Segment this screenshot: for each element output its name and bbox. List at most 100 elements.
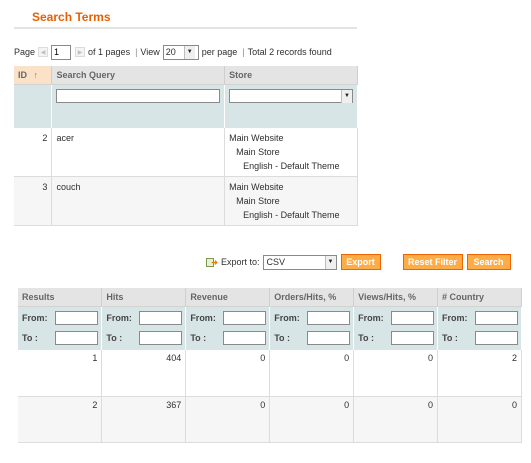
views-hits-from-input[interactable] bbox=[391, 310, 435, 325]
cell-revenue: 0 bbox=[185, 396, 271, 443]
results-to-input[interactable] bbox=[55, 330, 99, 345]
to-label: To : bbox=[442, 332, 458, 343]
to-label: To : bbox=[190, 332, 207, 343]
country-to-input[interactable] bbox=[475, 330, 518, 345]
page-number-input[interactable] bbox=[51, 44, 72, 60]
cell-country: 2 bbox=[437, 350, 522, 397]
from-label: From: bbox=[22, 312, 48, 323]
cell-hits: 367 bbox=[101, 396, 187, 443]
store-view: English - Default Theme bbox=[243, 161, 340, 171]
grid-header-row: Results Hits Revenue Orders/Hits, % View… bbox=[18, 288, 522, 307]
pager: Page ◀ ▶ of 1 pages | View 20 ▼ per page… bbox=[14, 44, 335, 60]
column-header-orders-hits[interactable]: Orders/Hits, % bbox=[269, 288, 355, 307]
search-terms-grid: ID ↑ Search Query Store ▼ 2 acer Main We… bbox=[14, 66, 358, 226]
reset-filter-button[interactable]: Reset Filter bbox=[402, 254, 463, 270]
cell-views-hits: 0 bbox=[353, 350, 439, 397]
row-id: 3 bbox=[14, 176, 53, 226]
cell-revenue: 0 bbox=[185, 350, 271, 397]
chevron-down-icon: ▼ bbox=[324, 255, 336, 269]
arrow-right-icon[interactable]: ▶ bbox=[75, 47, 86, 57]
export-button[interactable]: Export bbox=[340, 254, 381, 270]
per-page-label: per page bbox=[201, 47, 238, 57]
filter-cell-id bbox=[14, 84, 53, 128]
views-hits-to-input[interactable] bbox=[391, 330, 435, 345]
table-row[interactable]: 2 acer Main Website Main Store English -… bbox=[14, 128, 358, 177]
filter-cell-store: ▼ bbox=[224, 84, 358, 128]
total-records-text: Total 2 records found bbox=[247, 47, 332, 57]
results-from-input[interactable] bbox=[55, 310, 99, 325]
range-filter-orders-hits: From: To : bbox=[269, 306, 355, 350]
table-row[interactable]: 2 367 0 0 0 0 bbox=[18, 396, 522, 443]
view-label: View bbox=[140, 47, 160, 57]
range-filter-results: From: To : bbox=[18, 306, 103, 350]
row-store: Main Website Main Store English - Defaul… bbox=[224, 176, 358, 226]
cell-hits: 404 bbox=[101, 350, 187, 397]
to-label: To : bbox=[106, 332, 123, 343]
grid-actions: ➜ Export to: CSV ▼ Export Reset Filter S… bbox=[206, 254, 511, 270]
cell-results: 1 bbox=[18, 350, 103, 397]
sort-up-arrow-icon: ↑ bbox=[33, 69, 39, 80]
column-header-search-query[interactable]: Search Query bbox=[51, 66, 226, 85]
row-store: Main Website Main Store English - Defaul… bbox=[224, 128, 358, 177]
column-header-results[interactable]: Results bbox=[18, 288, 103, 307]
range-filter-revenue: From: To : bbox=[185, 306, 271, 350]
store-view: English - Default Theme bbox=[243, 210, 340, 220]
row-query: couch bbox=[51, 176, 226, 226]
range-filter-country: From: To : bbox=[437, 306, 522, 350]
column-header-revenue[interactable]: Revenue bbox=[185, 288, 271, 307]
revenue-from-input[interactable] bbox=[223, 310, 267, 325]
chevron-down-icon: ▼ bbox=[341, 89, 352, 103]
to-label: To : bbox=[274, 332, 291, 343]
cell-orders-hits: 0 bbox=[269, 350, 355, 397]
store-name: Main Store bbox=[236, 196, 280, 206]
column-header-hits[interactable]: Hits bbox=[101, 288, 187, 307]
column-header-views-hits[interactable]: Views/Hits, % bbox=[353, 288, 439, 307]
hits-from-input[interactable] bbox=[139, 310, 183, 325]
search-stats-grid: Results Hits Revenue Orders/Hits, % View… bbox=[18, 288, 522, 443]
column-header-store[interactable]: Store bbox=[224, 66, 358, 85]
arrow-left-icon[interactable]: ◀ bbox=[38, 47, 49, 57]
filter-cell-query bbox=[51, 84, 226, 128]
orders-hits-from-input[interactable] bbox=[307, 310, 351, 325]
from-label: From: bbox=[442, 312, 468, 323]
column-header-label: ID bbox=[18, 69, 27, 80]
range-filter-hits: From: To : bbox=[101, 306, 187, 350]
country-from-input[interactable] bbox=[475, 310, 518, 325]
from-label: From: bbox=[274, 312, 300, 323]
title-divider bbox=[14, 27, 357, 29]
grid-filter-row: From: To : From: To : From: To : From: T… bbox=[18, 306, 522, 350]
from-label: From: bbox=[358, 312, 384, 323]
row-query: acer bbox=[51, 128, 226, 177]
per-page-select[interactable]: 20 ▼ bbox=[162, 44, 199, 60]
store-website: Main Website bbox=[229, 133, 284, 143]
search-query-filter-input[interactable] bbox=[56, 88, 221, 103]
per-page-value: 20 bbox=[165, 47, 176, 57]
export-icon: ➜ bbox=[206, 257, 218, 267]
column-header-id[interactable]: ID ↑ bbox=[14, 66, 53, 85]
store-website: Main Website bbox=[229, 182, 284, 192]
column-header-country[interactable]: # Country bbox=[437, 288, 522, 307]
range-filter-views-hits: From: To : bbox=[353, 306, 439, 350]
orders-hits-to-input[interactable] bbox=[307, 330, 351, 345]
pager-separator: | bbox=[135, 47, 138, 57]
page-title: Search Terms bbox=[32, 10, 111, 24]
grid-filter-row: ▼ bbox=[14, 84, 358, 128]
store-filter-select[interactable]: ▼ bbox=[229, 88, 353, 103]
cell-results: 2 bbox=[18, 396, 103, 443]
search-button[interactable]: Search bbox=[466, 254, 511, 270]
table-row[interactable]: 3 couch Main Website Main Store English … bbox=[14, 176, 358, 226]
export-format-value: CSV bbox=[266, 257, 286, 267]
to-label: To : bbox=[22, 332, 38, 343]
store-name: Main Store bbox=[236, 147, 280, 157]
hits-to-input[interactable] bbox=[139, 330, 183, 345]
row-id: 2 bbox=[14, 128, 53, 177]
cell-orders-hits: 0 bbox=[269, 396, 355, 443]
pager-separator: | bbox=[242, 47, 245, 57]
chevron-down-icon: ▼ bbox=[183, 45, 195, 59]
page-label: Page bbox=[14, 47, 36, 57]
from-label: From: bbox=[190, 312, 216, 323]
cell-country: 0 bbox=[437, 396, 522, 443]
revenue-to-input[interactable] bbox=[223, 330, 267, 345]
export-format-select[interactable]: CSV ▼ bbox=[262, 254, 337, 270]
table-row[interactable]: 1 404 0 0 0 2 bbox=[18, 350, 522, 397]
